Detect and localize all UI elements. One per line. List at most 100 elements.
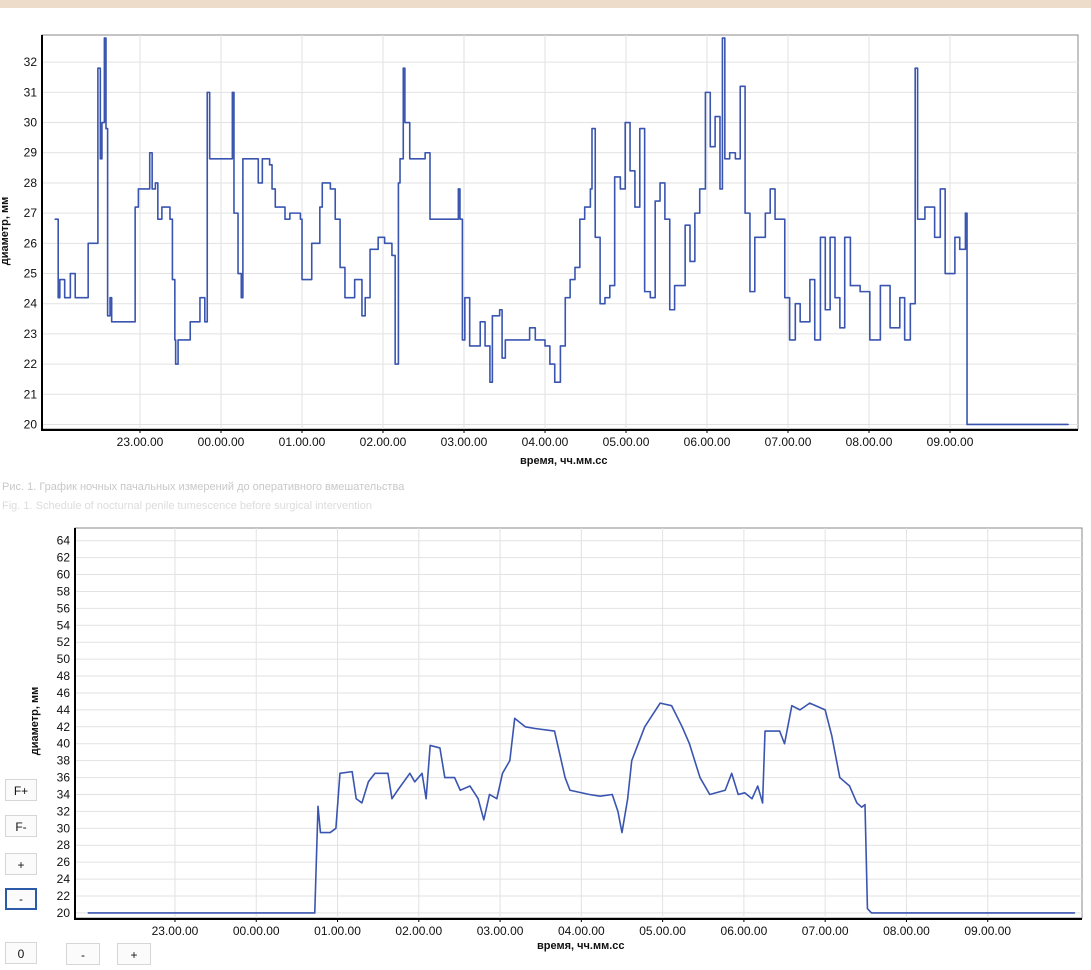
data-point <box>453 776 456 779</box>
data-point <box>757 785 759 787</box>
data-point <box>779 730 781 732</box>
x-tick-label: 05.00.00 <box>639 924 686 938</box>
x-tick-label: 09.00.00 <box>964 924 1011 938</box>
data-point <box>329 831 331 834</box>
data-point <box>355 798 357 800</box>
x-tick-label: 03.00.00 <box>477 924 524 938</box>
data-point <box>611 793 613 796</box>
data-point <box>791 705 793 707</box>
y-tick-label: 36 <box>57 771 71 785</box>
y-tick-label: 42 <box>57 720 71 734</box>
data-point <box>569 789 571 791</box>
y-tick-label: 24 <box>57 872 71 886</box>
data-point <box>856 802 858 804</box>
data-point <box>421 772 423 774</box>
data-point <box>831 734 833 736</box>
data-point <box>724 789 726 791</box>
data-point <box>824 709 826 711</box>
data-point <box>1074 912 1076 914</box>
y-tick-label: 50 <box>57 652 71 666</box>
data-point <box>501 772 504 774</box>
y-tick-label: 64 <box>57 534 71 548</box>
y-tick-label: 20 <box>57 906 71 920</box>
x-tick-label: 01.00.00 <box>314 924 361 938</box>
data-point <box>314 912 316 914</box>
x-tick-label: 04.00.00 <box>558 924 605 938</box>
data-point <box>339 772 341 774</box>
data-point <box>866 908 869 910</box>
plot-area <box>74 527 1083 919</box>
data-point <box>644 726 646 728</box>
data-point <box>588 793 591 796</box>
y-zoom-in-button[interactable]: + <box>5 853 37 875</box>
data-point <box>809 702 811 704</box>
data-point <box>764 730 766 732</box>
data-point <box>444 776 446 779</box>
data-point <box>699 776 701 779</box>
data-point <box>627 798 629 800</box>
y-tick-label: 26 <box>57 855 71 869</box>
font-increase-button[interactable]: F+ <box>5 779 37 801</box>
data-point <box>617 810 619 813</box>
data-point <box>374 772 376 774</box>
data-point <box>317 805 319 807</box>
x-tick-label: 23.00.00 <box>152 924 199 938</box>
data-point <box>799 709 801 711</box>
data-point <box>361 802 363 804</box>
y-tick-label: 62 <box>57 551 71 565</box>
data-point <box>425 798 427 800</box>
reset-zoom-button[interactable]: 0 <box>5 942 37 964</box>
y-tick-label: 34 <box>57 787 71 801</box>
data-point <box>621 831 623 834</box>
data-point <box>496 798 498 800</box>
data-point <box>744 792 746 794</box>
data-point <box>469 785 471 787</box>
data-point <box>731 772 733 774</box>
data-point <box>688 743 691 745</box>
data-point <box>681 726 683 728</box>
x-zoom-out-button[interactable]: - <box>66 943 100 965</box>
y-tick-label: 52 <box>57 635 71 649</box>
y-tick-label: 58 <box>57 584 71 598</box>
y-tick-label: 30 <box>57 821 71 835</box>
x-zoom-in-button[interactable]: + <box>117 943 151 965</box>
data-point <box>709 793 711 796</box>
data-point <box>659 702 661 704</box>
y-tick-label: 22 <box>57 889 71 903</box>
y-tick-label: 54 <box>57 618 71 632</box>
data-point <box>319 831 322 834</box>
data-point <box>387 772 389 774</box>
data-point <box>553 730 556 732</box>
font-decrease-button[interactable]: F- <box>5 815 37 837</box>
data-point <box>861 806 863 808</box>
data-point <box>599 795 601 797</box>
data-point <box>534 727 536 730</box>
y-tick-label: 56 <box>57 601 71 615</box>
data-point <box>751 798 753 800</box>
x-tick-label: 02.00.00 <box>395 924 442 938</box>
data-point <box>483 819 485 821</box>
data-point <box>631 760 633 762</box>
data-point <box>459 789 461 791</box>
y-tick-label: 28 <box>57 838 71 852</box>
x-tick-label: 06.00.00 <box>721 924 768 938</box>
x-tick-label: 07.00.00 <box>802 924 849 938</box>
data-point <box>783 743 786 745</box>
data-point <box>429 744 431 747</box>
data-point <box>848 785 851 787</box>
data-point <box>477 798 479 800</box>
data-point <box>391 798 393 800</box>
x-tick-label: 08.00.00 <box>883 924 930 938</box>
data-point <box>335 827 337 829</box>
data-point <box>488 793 491 796</box>
data-point <box>524 726 526 728</box>
y-tick-label: 32 <box>57 804 71 818</box>
y-tick-label: 48 <box>57 669 71 683</box>
data-point <box>414 781 416 783</box>
data-point <box>367 781 370 783</box>
y-tick-label: 38 <box>57 754 71 768</box>
data-point <box>514 717 516 719</box>
y-zoom-out-button[interactable]: - <box>5 888 37 910</box>
data-point <box>761 802 764 804</box>
y-tick-label: 44 <box>57 703 71 717</box>
